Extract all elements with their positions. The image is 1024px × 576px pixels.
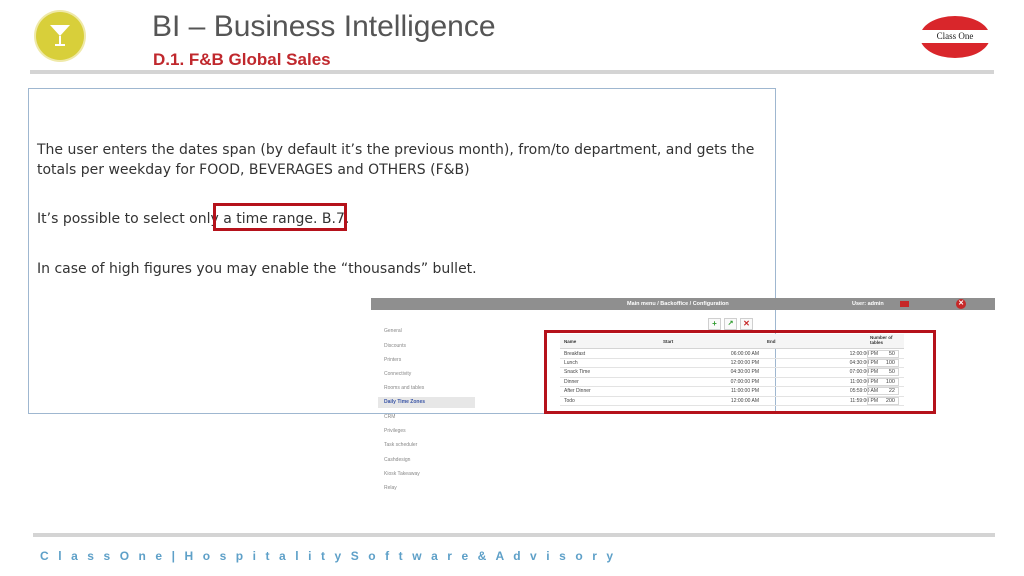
page-subtitle: D.1. F&B Global Sales xyxy=(153,50,331,69)
sidebar-item-general[interactable]: General xyxy=(384,328,402,334)
edit-button[interactable]: ↗ xyxy=(724,318,737,330)
header-divider xyxy=(30,70,994,74)
time-range-highlight xyxy=(213,203,347,231)
footer-divider xyxy=(33,533,995,537)
close-icon[interactable]: ✕ xyxy=(956,299,966,309)
description-paragraph-1: The user enters the dates span (by defau… xyxy=(37,142,755,178)
sidebar-item-printers[interactable]: Printers xyxy=(384,357,401,363)
sidebar-item-kiosk-takeaway[interactable]: Kiosk Takeaway xyxy=(384,471,420,477)
sidebar-item-discounts[interactable]: Discounts xyxy=(384,343,406,349)
app-top-bar: Main menu / Backoffice / Configuration U… xyxy=(371,298,995,310)
sidebar-item-cashdesign[interactable]: Cashdesign xyxy=(384,457,410,463)
sidebar-item-connectivity[interactable]: Connectivity xyxy=(384,371,411,377)
sidebar-item-label: Daily Time Zones xyxy=(384,399,426,405)
sidebar-item-task-scheduler[interactable]: Task scheduler xyxy=(384,442,417,448)
language-flag-icon[interactable] xyxy=(900,301,909,307)
user-label: User: admin xyxy=(852,301,884,307)
breadcrumb[interactable]: Main menu / Backoffice / Configuration xyxy=(627,298,729,310)
add-button[interactable]: + xyxy=(708,318,721,330)
sidebar-item-privileges[interactable]: Privileges xyxy=(384,428,406,434)
sidebar-item-rooms-and-tables[interactable]: Rooms and tables xyxy=(384,385,424,391)
table-highlight xyxy=(544,330,936,414)
description-paragraph-3: In case of high figures you may enable t… xyxy=(37,261,477,277)
company-logo-left xyxy=(36,12,84,60)
class-one-logo: Class One xyxy=(920,16,990,58)
delete-button[interactable]: ✕ xyxy=(740,318,753,330)
sidebar-item-crm[interactable]: CRM xyxy=(384,414,395,420)
footer-text: C l a s s O n e | H o s p i t a l i t y … xyxy=(40,549,617,563)
class-one-logo-text: Class One xyxy=(920,30,990,43)
page-title: BI – Business Intelligence xyxy=(152,10,496,43)
sidebar-item-relay[interactable]: Relay xyxy=(384,485,397,491)
sidebar-item-daily-time-zones[interactable]: Daily Time Zones xyxy=(378,397,475,408)
cocktail-glass-icon xyxy=(50,25,70,46)
